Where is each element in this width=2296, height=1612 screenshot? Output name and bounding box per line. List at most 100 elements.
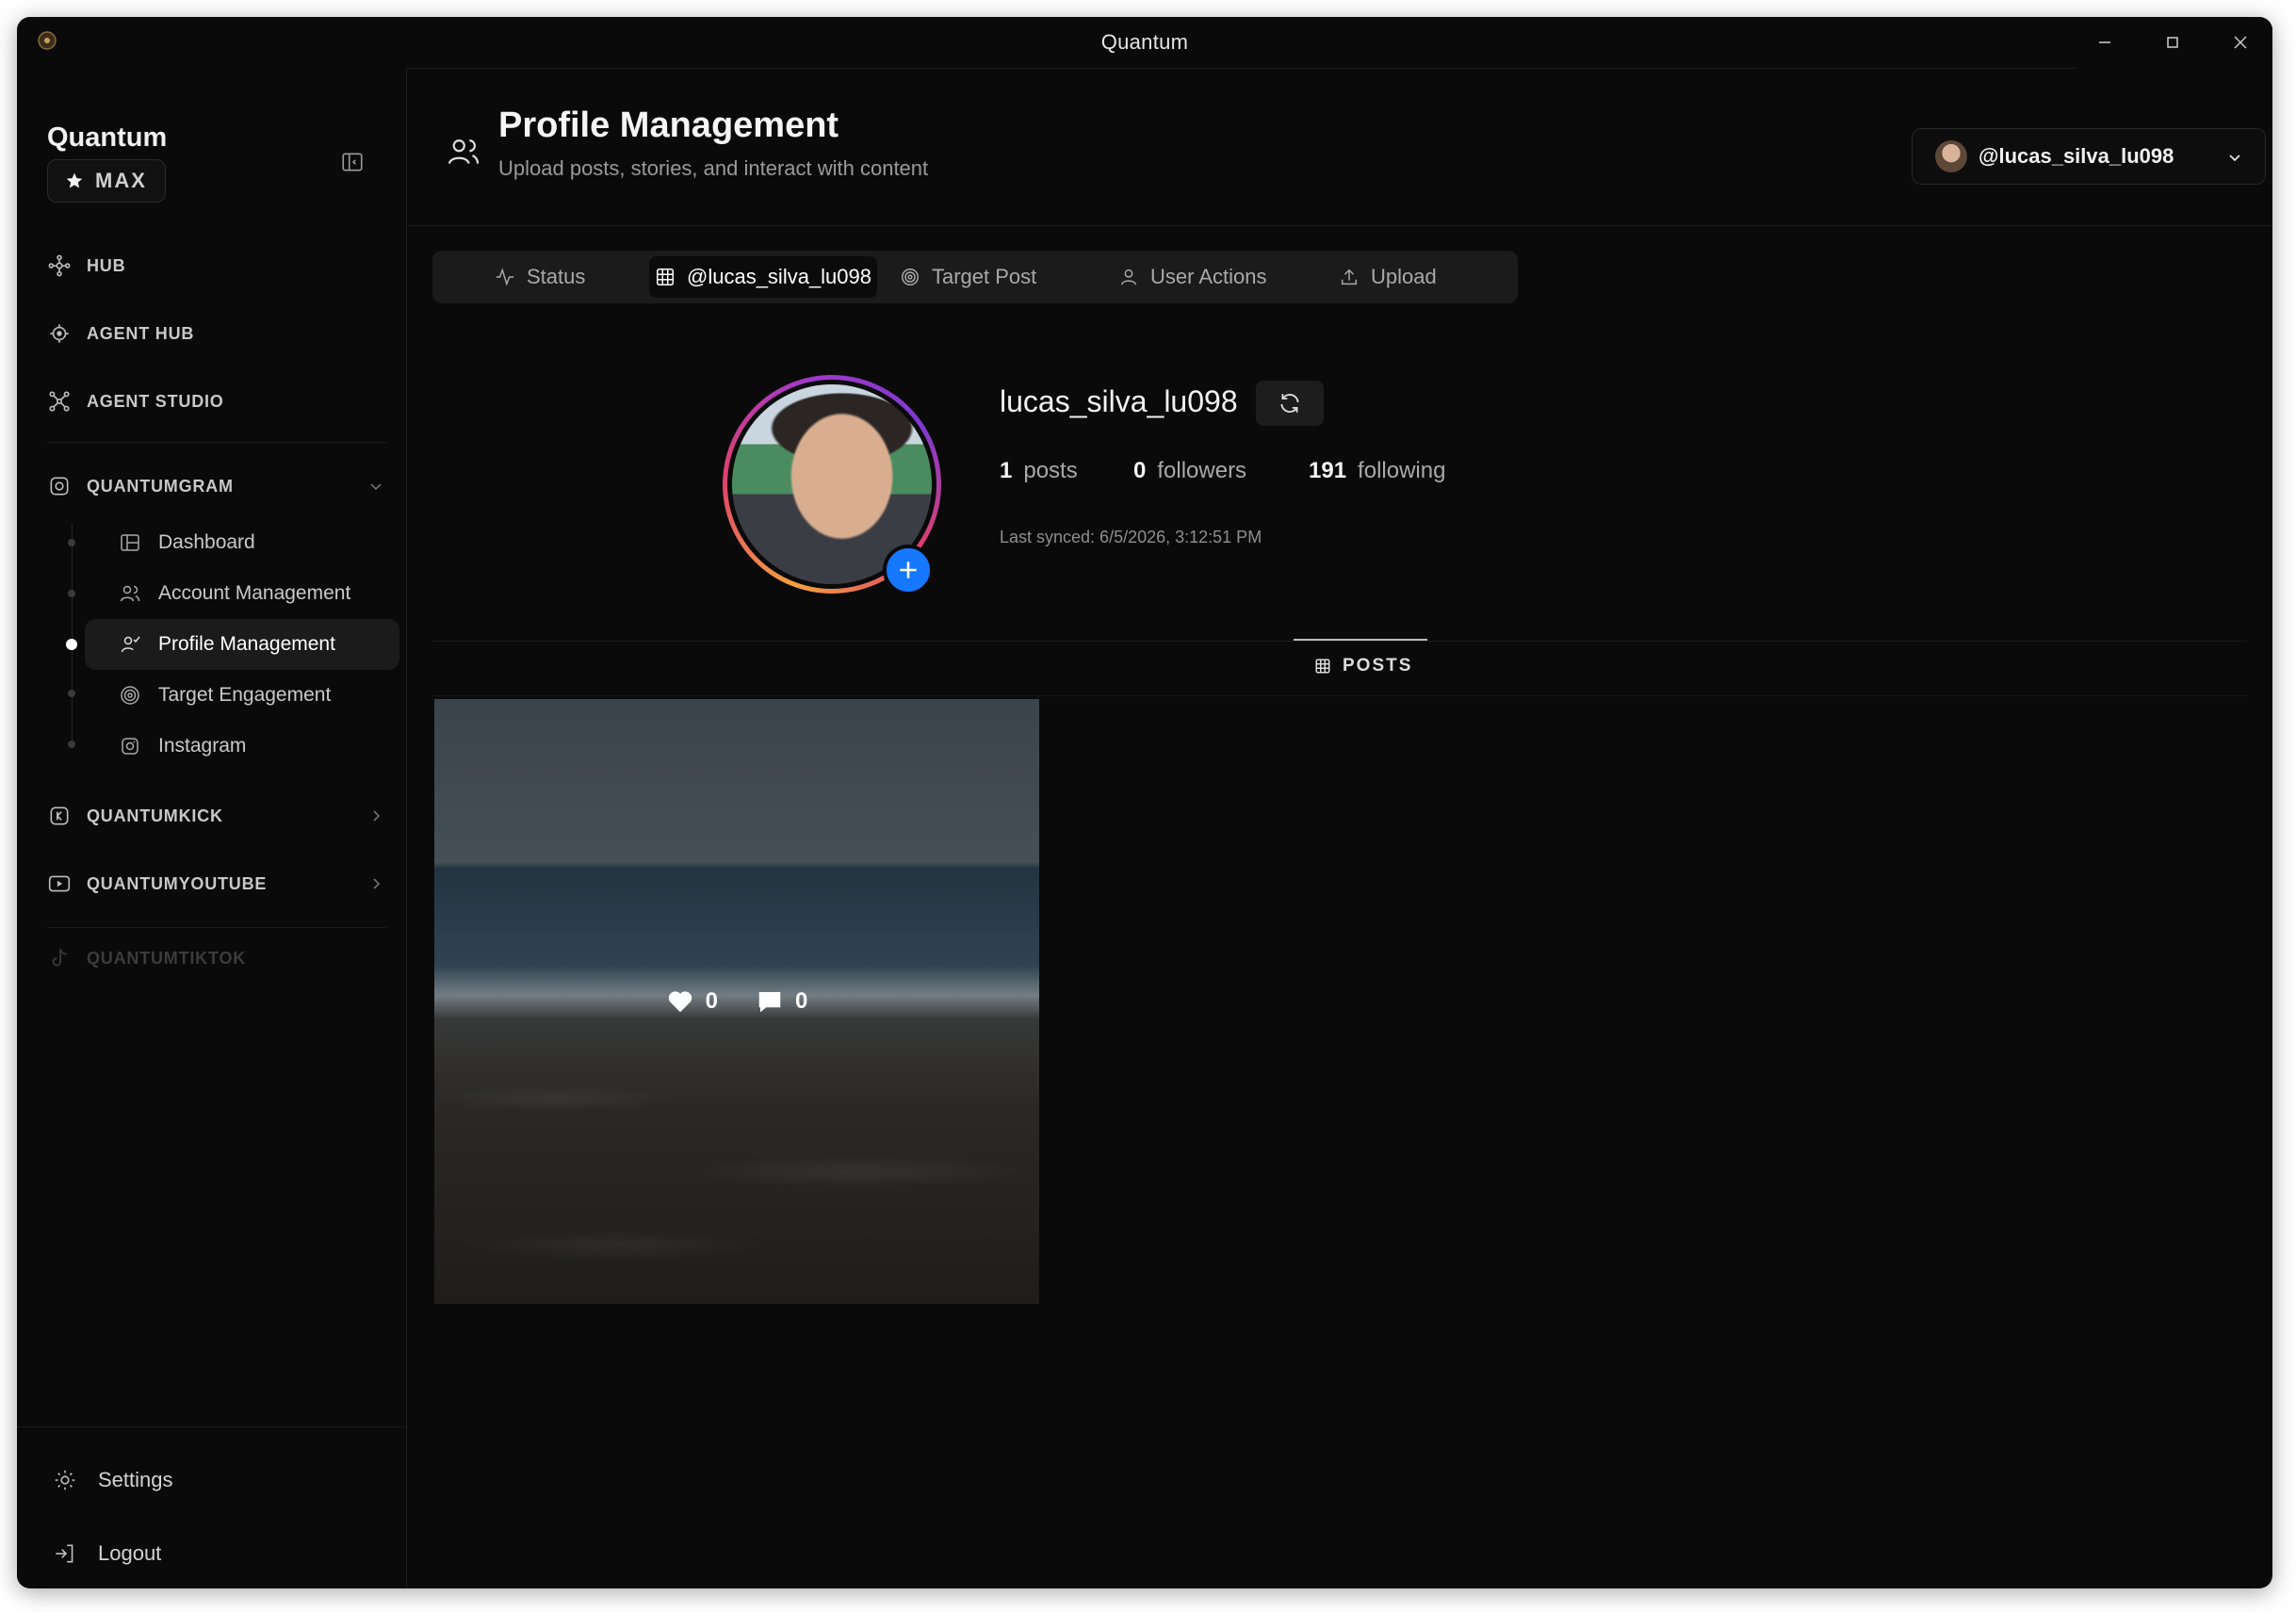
plan-badge-label: MAX <box>95 169 147 192</box>
nav-hub[interactable]: HUB <box>47 247 125 285</box>
collapse-sidebar-button[interactable] <box>335 145 369 179</box>
dashboard-icon <box>121 534 139 551</box>
window-title: Quantum <box>1100 30 1189 54</box>
followers-stat[interactable]: 0 followers <box>1133 458 1246 484</box>
app-logo-icon <box>38 31 57 50</box>
minimize-icon <box>2099 41 2110 43</box>
followers-count: 0 <box>1133 458 1147 483</box>
maximize-icon <box>2167 37 2178 48</box>
profile-icon <box>121 636 140 653</box>
posts-tab[interactable]: POSTS <box>1314 656 1412 676</box>
comment-icon <box>758 992 781 1013</box>
followers-stat-label: followers <box>1157 458 1247 483</box>
post-likes: 0 <box>666 987 718 1016</box>
tab-label: Status <box>527 265 586 288</box>
nav-hub-label: HUB <box>87 255 126 275</box>
following-stat-label: following <box>1358 458 1446 483</box>
settings-button[interactable]: Settings <box>53 1468 173 1492</box>
sidebar-item-target-engagement[interactable]: Target Engagement <box>85 670 399 721</box>
account-selector-value: @lucas_silva_lu098 <box>1978 144 2174 168</box>
following-stat[interactable]: 191 following <box>1309 458 1445 484</box>
posts-tab-label: POSTS <box>1343 656 1413 676</box>
minimize-button[interactable] <box>2086 26 2124 58</box>
tab-target-post[interactable]: Target Post <box>894 256 1042 298</box>
tree-dot <box>68 690 75 697</box>
sidebar-item-label: Dashboard <box>158 531 255 553</box>
close-icon <box>2234 36 2247 49</box>
quantumtiktok-icon <box>52 949 67 967</box>
sidebar-item-label: Profile Management <box>158 633 335 655</box>
nav-agent-studio[interactable]: AGENT STUDIO <box>47 383 224 420</box>
chevron-down-icon <box>2229 155 2240 162</box>
post-comments-count: 0 <box>795 988 808 1014</box>
avatar <box>1935 140 1967 172</box>
tab-status[interactable]: Status <box>489 256 591 298</box>
last-synced: Last synced: 6/5/2026, 3:12:51 PM <box>1000 528 1262 546</box>
tree-dot <box>68 590 75 597</box>
settings-label: Settings <box>98 1468 173 1491</box>
agent-studio-icon <box>49 391 70 412</box>
page-subtitle: Upload posts, stories, and interact with… <box>498 156 929 180</box>
tab-bar: Status @lucas_silva_lu098 Target Post Us… <box>432 251 1518 303</box>
tree-dot <box>68 741 75 748</box>
app-window: Quantum Quantum MAX HUB AGENT HUB AGENT … <box>17 17 2272 1588</box>
grid-icon <box>1315 659 1330 674</box>
users-icon <box>448 139 480 165</box>
target-icon <box>902 269 919 285</box>
chevron-down-icon[interactable] <box>367 478 384 495</box>
nav-quantumkick[interactable]: QUANTUMKICK <box>47 797 223 835</box>
nav-agent-hub[interactable]: AGENT HUB <box>47 315 194 352</box>
tab-upload[interactable]: Upload <box>1333 256 1442 298</box>
instagram-icon <box>122 738 138 755</box>
page-title: Profile Management <box>498 106 839 145</box>
users-icon <box>120 585 140 602</box>
posts-stat: 1 posts <box>1000 458 1078 484</box>
tab-label: User Actions <box>1150 265 1267 288</box>
nav-quantumtiktok: QUANTUMTIKTOK <box>47 939 246 977</box>
sidebar-item-dashboard[interactable]: Dashboard <box>85 517 399 568</box>
posts-tab-indicator <box>1294 639 1427 641</box>
sidebar-item-instagram[interactable]: Instagram <box>85 721 399 772</box>
sidebar-divider <box>47 927 386 928</box>
chevron-right-icon[interactable] <box>367 807 384 824</box>
grid-icon <box>657 269 674 285</box>
post-thumbnail[interactable]: 0 0 <box>434 699 1039 1304</box>
upload-icon <box>1341 269 1358 285</box>
close-button[interactable] <box>2222 26 2259 58</box>
sidebar-item-label: Target Engagement <box>158 684 332 706</box>
gear-icon <box>55 1470 75 1490</box>
nav-quantumgram[interactable]: QUANTUMGRAM <box>47 467 234 505</box>
sidebar-footer-divider <box>17 1426 407 1427</box>
post-overlay: 0 0 <box>434 699 1039 1304</box>
maximize-button[interactable] <box>2154 26 2191 58</box>
tree-dot <box>68 539 75 546</box>
profile-username: lucas_silva_lu098 <box>1000 384 1238 418</box>
tab-label: Target Post <box>932 265 1037 288</box>
tab-label: @lucas_silva_lu098 <box>687 265 872 288</box>
nav-agent-hub-label: AGENT HUB <box>87 323 195 343</box>
nav-quantumgram-label: QUANTUMGRAM <box>87 476 234 496</box>
tab-profile[interactable]: @lucas_silva_lu098 <box>649 256 878 298</box>
nav-quantumyoutube[interactable]: QUANTUMYOUTUBE <box>47 865 267 903</box>
quantumkick-icon <box>50 806 69 825</box>
sidebar-collapse-icon <box>342 153 363 171</box>
quantumyoutube-icon <box>48 875 71 892</box>
logout-button[interactable]: Logout <box>53 1541 161 1566</box>
nav-agent-studio-label: AGENT STUDIO <box>87 391 224 411</box>
refresh-icon <box>1280 394 1299 413</box>
sidebar-item-account-management[interactable]: Account Management <box>85 568 399 619</box>
add-story-button[interactable] <box>883 545 934 595</box>
nav-quantumkick-label: QUANTUMKICK <box>87 806 223 825</box>
tab-user-actions[interactable]: User Actions <box>1113 256 1273 298</box>
tree-dot-active <box>66 639 77 650</box>
sidebar-item-profile-management[interactable]: Profile Management <box>85 619 399 670</box>
sidebar-item-label: Account Management <box>158 582 351 604</box>
plus-icon <box>900 562 917 578</box>
account-selector[interactable]: @lucas_silva_lu098 <box>1912 128 2266 185</box>
chevron-right-icon[interactable] <box>367 875 384 892</box>
tree-line <box>72 524 73 746</box>
logout-icon <box>56 1544 73 1563</box>
page-header: Profile Management Upload posts, stories… <box>408 68 2272 226</box>
refresh-button[interactable] <box>1256 381 1324 426</box>
quantumgram-icon <box>50 477 69 496</box>
